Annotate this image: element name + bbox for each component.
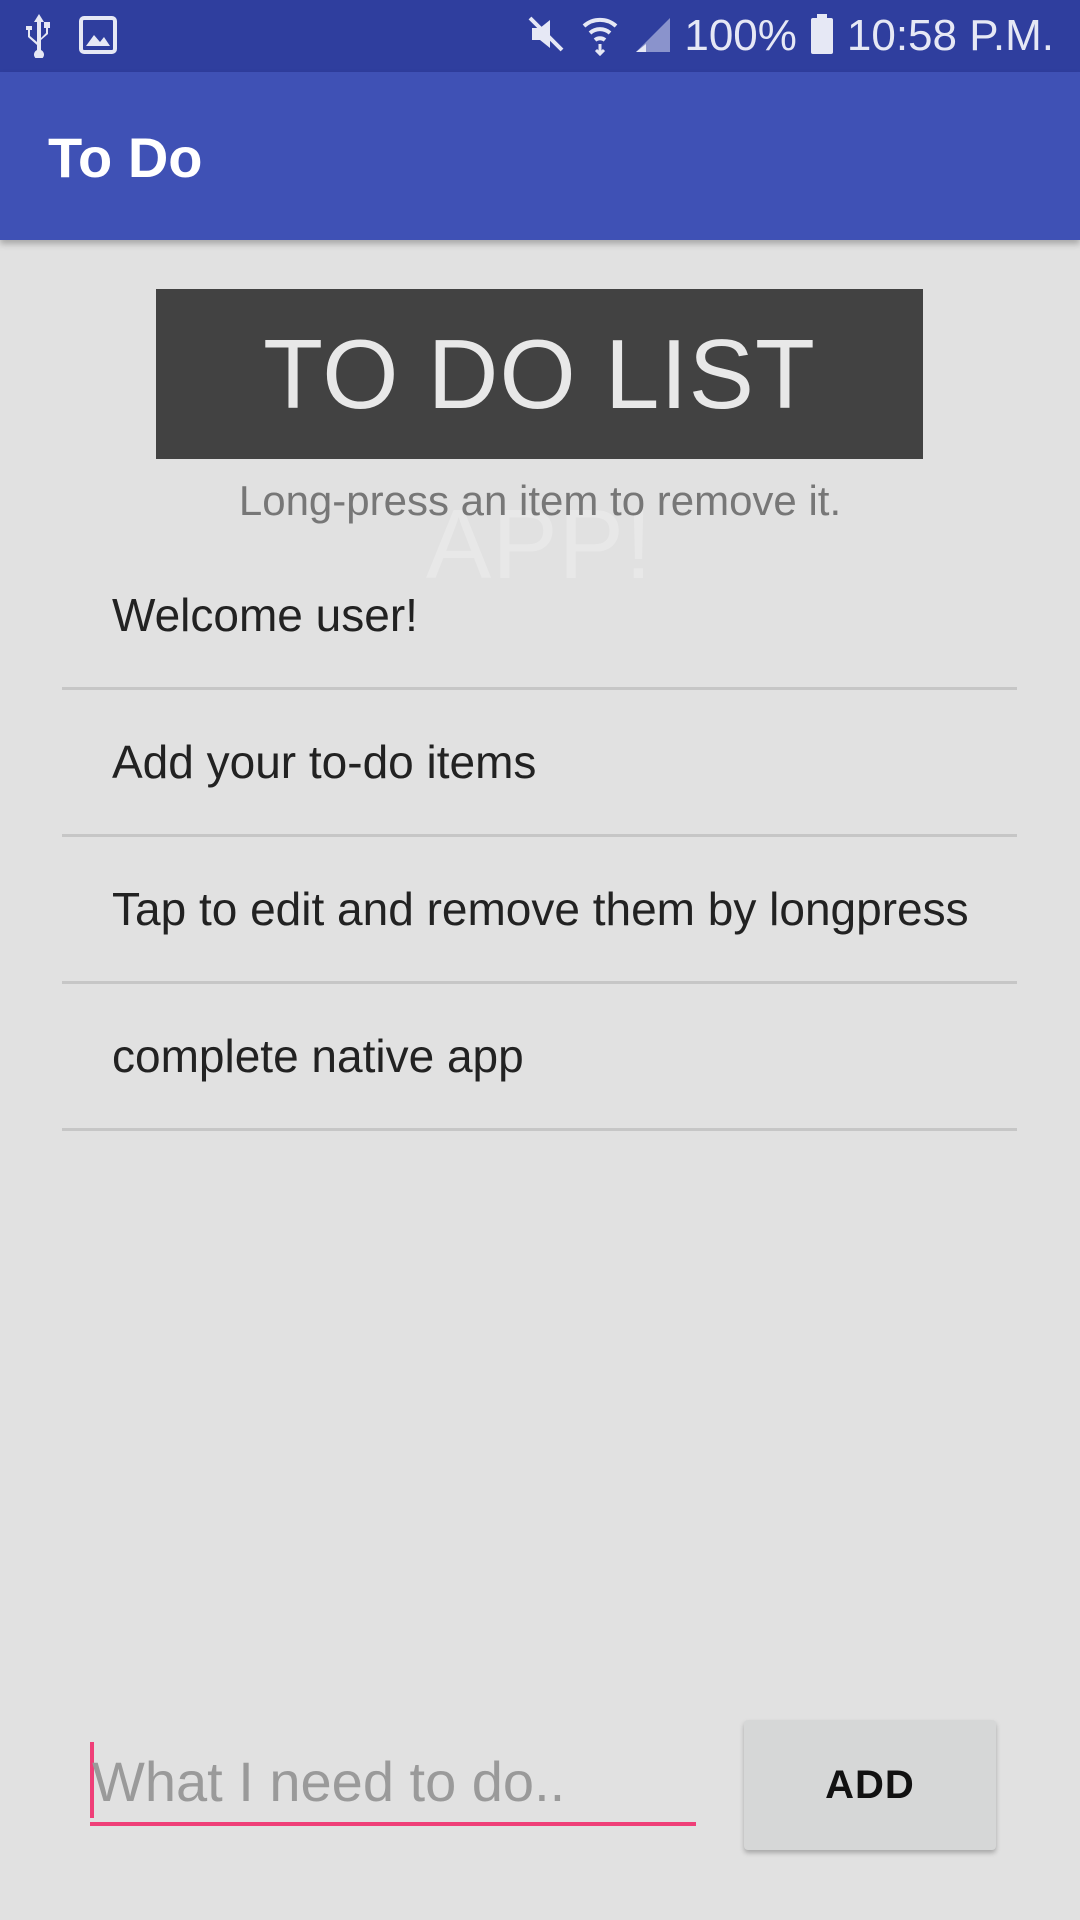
signal-icon — [632, 14, 672, 59]
status-bar: 100% 10:58 P.M. — [0, 0, 1080, 72]
hint-text: Long-press an item to remove it. — [238, 477, 842, 524]
battery-percent: 100% — [684, 11, 797, 60]
todo-list: Welcome user! Add your to-do items Tap t… — [62, 543, 1017, 1131]
usb-icon — [22, 12, 56, 63]
todo-input[interactable]: What I need to do.. — [90, 1740, 696, 1826]
todo-input-placeholder: What I need to do.. — [92, 1750, 566, 1813]
todo-item[interactable]: Add your to-do items — [62, 690, 1017, 837]
app-banner: TO DO LIST APP! — [156, 289, 923, 599]
wifi-icon — [580, 12, 620, 61]
image-icon — [78, 15, 118, 60]
mute-icon — [524, 12, 568, 61]
battery-icon — [809, 12, 835, 61]
todo-item[interactable]: complete native app — [62, 984, 1017, 1131]
todo-item[interactable]: Welcome user! — [62, 543, 1017, 690]
clock: 10:58 P.M. — [846, 11, 1054, 60]
app-bar: To Do — [0, 72, 1080, 240]
todo-item[interactable]: Tap to edit and remove them by longpress — [62, 837, 1017, 984]
app-title: To Do — [48, 126, 203, 189]
add-button[interactable]: ADD — [744, 1720, 996, 1850]
